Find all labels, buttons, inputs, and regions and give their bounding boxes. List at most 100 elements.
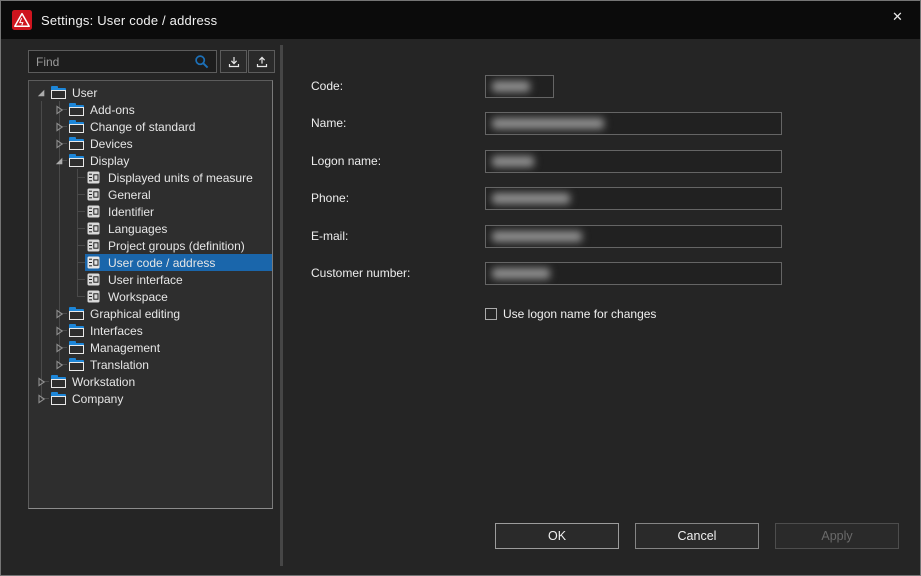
redacted-value bbox=[492, 193, 570, 204]
tree-item-label: User bbox=[72, 86, 103, 100]
ok-button[interactable]: OK bbox=[495, 523, 619, 549]
window-title: Settings: User code / address bbox=[41, 13, 217, 28]
tree-item-label: Management bbox=[90, 341, 166, 355]
expander-icon[interactable] bbox=[72, 258, 82, 268]
tree-item-display[interactable]: Display bbox=[29, 152, 272, 169]
tree-item-label: Company bbox=[72, 392, 129, 406]
expander-icon[interactable] bbox=[72, 241, 82, 251]
expander-icon[interactable] bbox=[54, 309, 64, 319]
expander-icon[interactable] bbox=[72, 275, 82, 285]
field-input-phone[interactable] bbox=[485, 187, 782, 210]
field-row-phone: Phone: bbox=[284, 187, 921, 210]
field-input-email[interactable] bbox=[485, 225, 782, 248]
main-panel: Use logon name for changes OK Cancel App… bbox=[284, 39, 921, 576]
settings-window: Settings: User code / address ✕ bbox=[0, 0, 921, 576]
expander-icon[interactable] bbox=[54, 105, 64, 115]
tree-item-label: Display bbox=[90, 154, 135, 168]
expander-icon[interactable] bbox=[72, 292, 82, 302]
tree-item-management[interactable]: Management bbox=[29, 339, 272, 356]
expander-icon[interactable] bbox=[54, 343, 64, 353]
tree-item-interfaces[interactable]: Interfaces bbox=[29, 322, 272, 339]
tree-item-workstation[interactable]: Workstation bbox=[29, 373, 272, 390]
redacted-value bbox=[492, 81, 530, 92]
tree-item-label: Graphical editing bbox=[90, 307, 186, 321]
tree-item-label: Interfaces bbox=[90, 324, 149, 338]
tree-item-translation[interactable]: Translation bbox=[29, 356, 272, 373]
tree-item-label: Languages bbox=[108, 222, 173, 236]
tree-item-general[interactable]: General bbox=[29, 186, 272, 203]
tree-item-label: Devices bbox=[90, 137, 139, 151]
field-label: Logon name: bbox=[311, 150, 481, 173]
search-input[interactable] bbox=[28, 50, 217, 73]
tree-item-label: Add-ons bbox=[90, 103, 141, 117]
expander-icon[interactable] bbox=[54, 326, 64, 336]
expander-icon[interactable] bbox=[54, 139, 64, 149]
tree-item-identifier[interactable]: Identifier bbox=[29, 203, 272, 220]
tree-item-label: Workstation bbox=[72, 375, 141, 389]
tree-item-label: User code / address bbox=[108, 256, 221, 270]
field-row-logon-name: Logon name: bbox=[284, 150, 921, 173]
import-settings-button[interactable] bbox=[220, 50, 247, 73]
expander-icon[interactable] bbox=[54, 122, 64, 132]
tree-item-displayed-units-of-measure[interactable]: Displayed units of measure bbox=[29, 169, 272, 186]
field-label: Code: bbox=[311, 75, 481, 98]
app-logo-icon bbox=[12, 10, 32, 30]
expander-icon[interactable] bbox=[54, 156, 64, 166]
field-input-name[interactable] bbox=[485, 112, 782, 135]
field-label: Customer number: bbox=[311, 262, 481, 285]
redacted-value bbox=[492, 156, 534, 167]
tree-item-languages[interactable]: Languages bbox=[29, 220, 272, 237]
field-row-code: Code: bbox=[284, 75, 921, 98]
tree-item-user[interactable]: User bbox=[29, 84, 272, 101]
tree-item-devices[interactable]: Devices bbox=[29, 135, 272, 152]
expander-icon[interactable] bbox=[54, 360, 64, 370]
tree-item-user-interface[interactable]: User interface bbox=[29, 271, 272, 288]
tree-item-label: Identifier bbox=[108, 205, 160, 219]
field-row-name: Name: bbox=[284, 112, 921, 135]
close-button[interactable]: ✕ bbox=[875, 1, 920, 33]
expander-icon[interactable] bbox=[36, 394, 46, 404]
field-row-customer-number: Customer number: bbox=[284, 262, 921, 285]
expander-icon[interactable] bbox=[36, 88, 46, 98]
tree-item-user-code-address[interactable]: User code / address bbox=[29, 254, 272, 271]
field-label: E-mail: bbox=[311, 225, 481, 248]
close-icon: ✕ bbox=[892, 9, 903, 25]
settings-tree: User Add-ons bbox=[28, 80, 273, 509]
tree-item-add-ons[interactable]: Add-ons bbox=[29, 101, 272, 118]
cancel-button[interactable]: Cancel bbox=[635, 523, 759, 549]
tree-item-project-groups-definition[interactable]: Project groups (definition) bbox=[29, 237, 272, 254]
use-logon-checkbox-label: Use logon name for changes bbox=[503, 307, 656, 321]
tree-item-label: Translation bbox=[90, 358, 155, 372]
search-icon[interactable] bbox=[194, 54, 210, 70]
tree-item-label: Workspace bbox=[108, 290, 174, 304]
redacted-value bbox=[492, 268, 550, 279]
expander-icon[interactable] bbox=[36, 377, 46, 387]
expander-icon[interactable] bbox=[72, 173, 82, 183]
tree-item-workspace[interactable]: Workspace bbox=[29, 288, 272, 305]
field-row-email: E-mail: bbox=[284, 225, 921, 248]
redacted-value bbox=[492, 231, 582, 242]
tree-item-label: Project groups (definition) bbox=[108, 239, 251, 253]
field-input-customer-number[interactable] bbox=[485, 262, 782, 285]
tree-item-label: General bbox=[108, 188, 157, 202]
expander-icon[interactable] bbox=[72, 224, 82, 234]
use-logon-checkbox-row: Use logon name for changes bbox=[485, 307, 656, 321]
tree-item-change-of-standard[interactable]: Change of standard bbox=[29, 118, 272, 135]
tray-arrow-up-icon bbox=[255, 55, 269, 69]
expander-icon[interactable] bbox=[72, 207, 82, 217]
tree-item-graphical-editing[interactable]: Graphical editing bbox=[29, 305, 272, 322]
export-settings-button[interactable] bbox=[248, 50, 275, 73]
field-label: Name: bbox=[311, 112, 481, 135]
tree-item-company[interactable]: Company bbox=[29, 390, 272, 407]
tree-item-label: User interface bbox=[108, 273, 189, 287]
field-input-code[interactable] bbox=[485, 75, 554, 98]
redacted-value bbox=[492, 118, 604, 129]
field-input-logon-name[interactable] bbox=[485, 150, 782, 173]
tree-item-label: Displayed units of measure bbox=[108, 171, 259, 185]
apply-button[interactable]: Apply bbox=[775, 523, 899, 549]
use-logon-checkbox[interactable] bbox=[485, 308, 497, 320]
expander-icon[interactable] bbox=[72, 190, 82, 200]
tree-item-label: Change of standard bbox=[90, 120, 201, 134]
titlebar: Settings: User code / address ✕ bbox=[1, 1, 920, 39]
panel-splitter[interactable] bbox=[280, 45, 283, 566]
